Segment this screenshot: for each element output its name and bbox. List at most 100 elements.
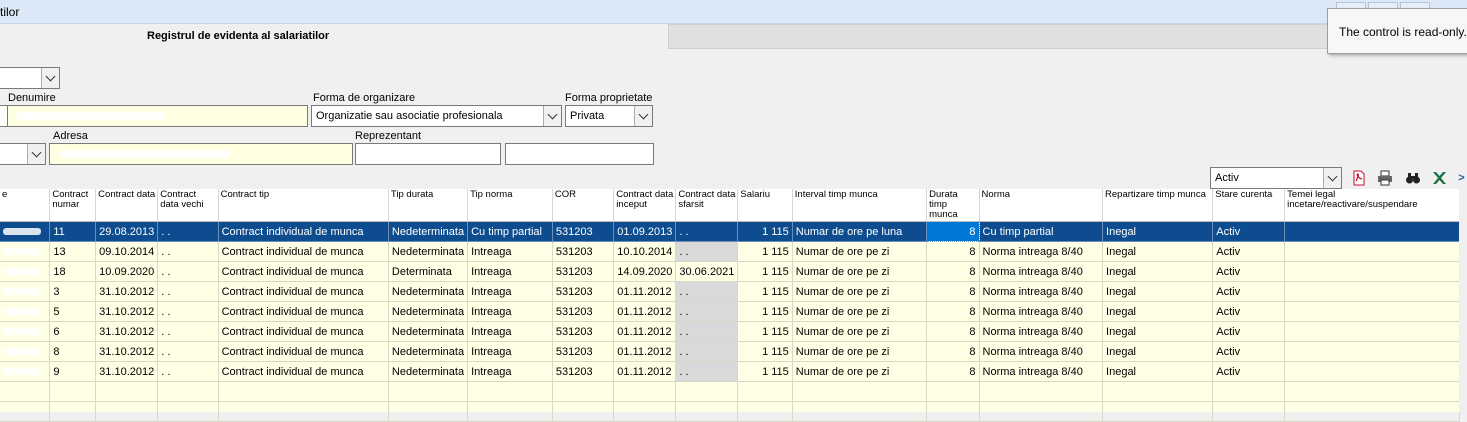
table-cell[interactable]: 09.10.2014 [95, 241, 159, 262]
table-cell[interactable] [1284, 341, 1460, 362]
table-cell[interactable]: Cu timp partial [467, 221, 553, 242]
table-cell[interactable]: Intreaga [467, 281, 553, 302]
table-cell[interactable] [1284, 261, 1460, 282]
table-cell[interactable]: 8 [49, 341, 97, 362]
table-cell[interactable]: Activ [1212, 321, 1286, 342]
table-cell[interactable]: 01.09.2013 [613, 221, 677, 242]
denumire-field[interactable] [7, 105, 308, 127]
table-cell[interactable]: . . [675, 341, 739, 362]
column-header[interactable]: Temei legal incetare/reactivare/suspenda… [1284, 189, 1460, 222]
table-cell[interactable] [1284, 241, 1460, 262]
forma-organizare-dropdown[interactable] [543, 106, 561, 126]
table-cell[interactable]: Contract individual de munca [218, 301, 389, 322]
table-cell[interactable]: 31.10.2012 [95, 361, 159, 382]
table-cell[interactable]: Determinata [388, 261, 469, 282]
column-header[interactable]: Tip durata [388, 189, 469, 222]
column-header[interactable]: e [0, 189, 51, 222]
table-cell[interactable]: 10.09.2020 [95, 261, 159, 282]
table-cell[interactable]: 531203 [552, 321, 615, 342]
column-header[interactable]: Contract tip [218, 189, 389, 222]
column-header[interactable]: Salariu [737, 189, 793, 222]
forma-organizare-select[interactable]: Organizatie sau asociatie profesionala [311, 105, 562, 127]
table-cell[interactable]: 31.10.2012 [95, 341, 159, 362]
table-cell[interactable]: Intreaga [467, 241, 553, 262]
table-cell[interactable] [0, 301, 51, 322]
table-cell[interactable]: Nedeterminata [388, 361, 469, 382]
table-cell[interactable]: 01.11.2012 [613, 281, 677, 302]
table-cell[interactable]: Contract individual de munca [218, 241, 389, 262]
table-cell[interactable]: 1 115 [737, 221, 793, 242]
table-cell[interactable]: Norma intreaga 8/40 [979, 241, 1104, 262]
table-cell[interactable] [0, 321, 51, 342]
table-cell[interactable]: . . [675, 241, 739, 262]
vertical-scrollbar[interactable] [1459, 189, 1467, 412]
table-cell[interactable]: Contract individual de munca [218, 361, 389, 382]
table-cell[interactable]: Norma intreaga 8/40 [979, 321, 1104, 342]
table-cell[interactable]: 01.11.2012 [613, 321, 677, 342]
table-cell[interactable]: Intreaga [467, 341, 553, 362]
table-cell[interactable]: 29.08.2013 [95, 221, 159, 242]
table-cell[interactable]: . . [157, 341, 219, 362]
table-cell[interactable]: 31.10.2012 [95, 301, 159, 322]
table-cell[interactable]: 1 115 [737, 361, 793, 382]
table-cell[interactable]: Activ [1212, 341, 1286, 362]
table-cell[interactable] [0, 261, 51, 282]
table-cell[interactable]: Inegal [1102, 301, 1214, 322]
reprezentant-field[interactable] [355, 143, 501, 165]
table-cell[interactable]: 3 [49, 281, 97, 302]
column-header[interactable]: Durata timp munca [926, 189, 980, 222]
table-cell[interactable]: . . [157, 361, 219, 382]
table-cell[interactable]: Numar de ore pe zi [792, 361, 928, 382]
table-cell[interactable]: Intreaga [467, 261, 553, 282]
table-cell[interactable]: Norma intreaga 8/40 [979, 281, 1104, 302]
table-cell[interactable]: Intreaga [467, 301, 553, 322]
table-cell[interactable]: 8 [926, 321, 980, 342]
table-cell[interactable] [1284, 301, 1460, 322]
table-cell[interactable]: Cu timp partial [979, 221, 1104, 242]
reprezentant-functie-field[interactable] [505, 143, 654, 165]
forma-proprietate-select[interactable]: Privata [565, 105, 653, 127]
column-header[interactable]: Repartizare timp munca [1102, 189, 1214, 222]
table-cell[interactable]: Numar de ore pe zi [792, 281, 928, 302]
localitate-dropdown[interactable] [27, 144, 45, 164]
table-cell[interactable]: . . [157, 261, 219, 282]
table-cell[interactable]: Nedeterminata [388, 301, 469, 322]
pdf-icon[interactable] [1350, 169, 1368, 187]
table-cell[interactable] [0, 361, 51, 382]
table-cell[interactable]: . . [675, 301, 739, 322]
column-header[interactable]: Tip norma [467, 189, 553, 222]
table-cell[interactable]: Nedeterminata [388, 281, 469, 302]
table-cell[interactable]: 1 115 [737, 241, 793, 262]
column-header[interactable]: Interval timp munca [792, 189, 928, 222]
table-row[interactable]: 5 31.10.2012. . Contract individual de mun… [0, 301, 1460, 322]
table-cell[interactable] [0, 221, 51, 242]
table-cell[interactable]: Intreaga [467, 321, 553, 342]
table-row[interactable]: 6 31.10.2012. . Contract individual de mun… [0, 321, 1460, 342]
column-header[interactable]: Contract data vechi [157, 189, 219, 222]
table-cell[interactable]: 8 [926, 281, 980, 302]
table-cell[interactable]: Contract individual de munca [218, 261, 389, 282]
table-cell[interactable]: 1 115 [737, 301, 793, 322]
table-cell[interactable]: Inegal [1102, 341, 1214, 362]
table-cell[interactable]: Norma intreaga 8/40 [979, 341, 1104, 362]
table-cell[interactable]: Contract individual de munca [218, 221, 389, 242]
table-cell[interactable]: 1 115 [737, 321, 793, 342]
table-cell[interactable]: Numar de ore pe zi [792, 241, 928, 262]
table-cell[interactable] [0, 341, 51, 362]
table-cell[interactable]: 531203 [552, 261, 615, 282]
column-header[interactable]: Stare curenta [1212, 189, 1286, 222]
table-cell[interactable]: Inegal [1102, 361, 1214, 382]
table-cell[interactable]: . . [675, 321, 739, 342]
table-cell[interactable]: Nedeterminata [388, 341, 469, 362]
table-cell[interactable]: 30.06.2021 [675, 261, 739, 282]
table-cell[interactable]: Numar de ore pe zi [792, 301, 928, 322]
print-icon[interactable] [1376, 169, 1394, 187]
table-cell[interactable]: Activ [1212, 261, 1286, 282]
table-cell[interactable]: Norma intreaga 8/40 [979, 361, 1104, 382]
localitate-select[interactable] [0, 143, 46, 165]
table-cell[interactable]: 8 [926, 361, 980, 382]
table-cell[interactable]: 9 [49, 361, 97, 382]
table-cell[interactable]: Contract individual de munca [218, 341, 389, 362]
table-cell[interactable]: 8 [926, 221, 980, 242]
table-cell[interactable]: Inegal [1102, 281, 1214, 302]
